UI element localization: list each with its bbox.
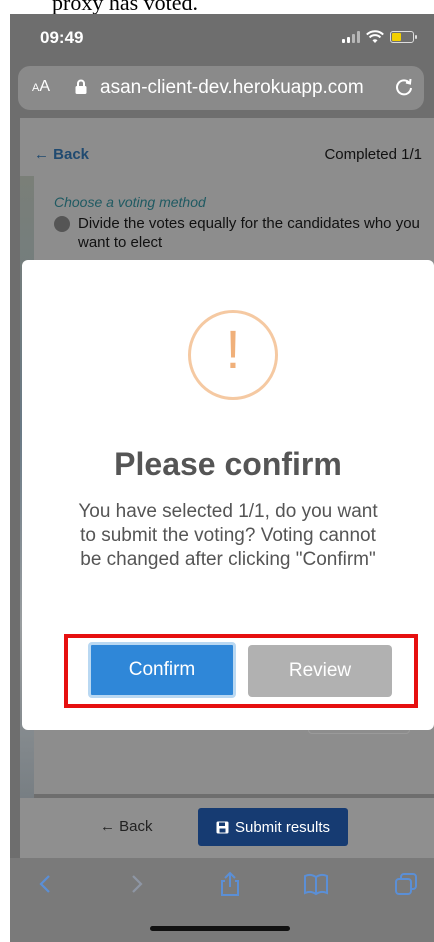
address-bar[interactable]: AA asan-client-dev.herokuapp.com	[18, 66, 424, 110]
dialog-title: Please confirm	[114, 446, 342, 482]
reload-icon[interactable]	[394, 76, 414, 98]
chevron-left-icon[interactable]	[32, 870, 60, 898]
tabs-icon[interactable]	[392, 870, 420, 898]
section-heading: Choose a voting method	[54, 194, 206, 210]
url-text[interactable]: asan-client-dev.herokuapp.com	[100, 77, 364, 99]
battery-icon	[390, 31, 417, 43]
status-time: 09:49	[40, 28, 84, 47]
text-size-button[interactable]: AA	[32, 78, 50, 96]
footer-back-button[interactable]: ← Back	[100, 818, 153, 835]
radio-button[interactable]	[54, 216, 70, 232]
bookmarks-icon[interactable]	[302, 870, 330, 898]
confirm-dialog: ! Please confirm You have selected 1/1, …	[22, 260, 434, 730]
phone-screen: 09:49 AA asan-client-dev.herokuapp.com ←…	[10, 14, 434, 942]
warning-glyph: !	[225, 320, 241, 380]
share-icon[interactable]	[216, 870, 244, 898]
home-indicator	[150, 926, 290, 931]
progress-label: Completed 1/1	[324, 146, 422, 163]
page-header: ← Back Completed 1/1	[20, 118, 434, 190]
back-link[interactable]: ← Back	[34, 146, 89, 163]
signal-icon	[342, 31, 360, 43]
wifi-icon	[366, 30, 384, 43]
dialog-message: You have selected 1/1, do you want to su…	[78, 501, 378, 570]
page-footer: ← Back Submit results	[20, 798, 434, 858]
chevron-right-icon[interactable]	[122, 870, 150, 898]
lock-icon	[75, 79, 87, 94]
voting-method-option[interactable]: Divide the votes equally for the candida…	[54, 214, 424, 252]
option-label: Divide the votes equally for the candida…	[78, 215, 420, 251]
floppy-disk-icon	[216, 821, 229, 833]
status-bar: 09:49	[10, 14, 434, 58]
confirm-button[interactable]: Confirm	[88, 642, 236, 698]
review-button[interactable]: Review	[248, 645, 392, 697]
submit-label: Submit results	[234, 818, 331, 836]
submit-results-button[interactable]: Submit results	[198, 808, 348, 846]
warning-icon: !	[188, 310, 278, 400]
status-icons	[342, 30, 417, 44]
